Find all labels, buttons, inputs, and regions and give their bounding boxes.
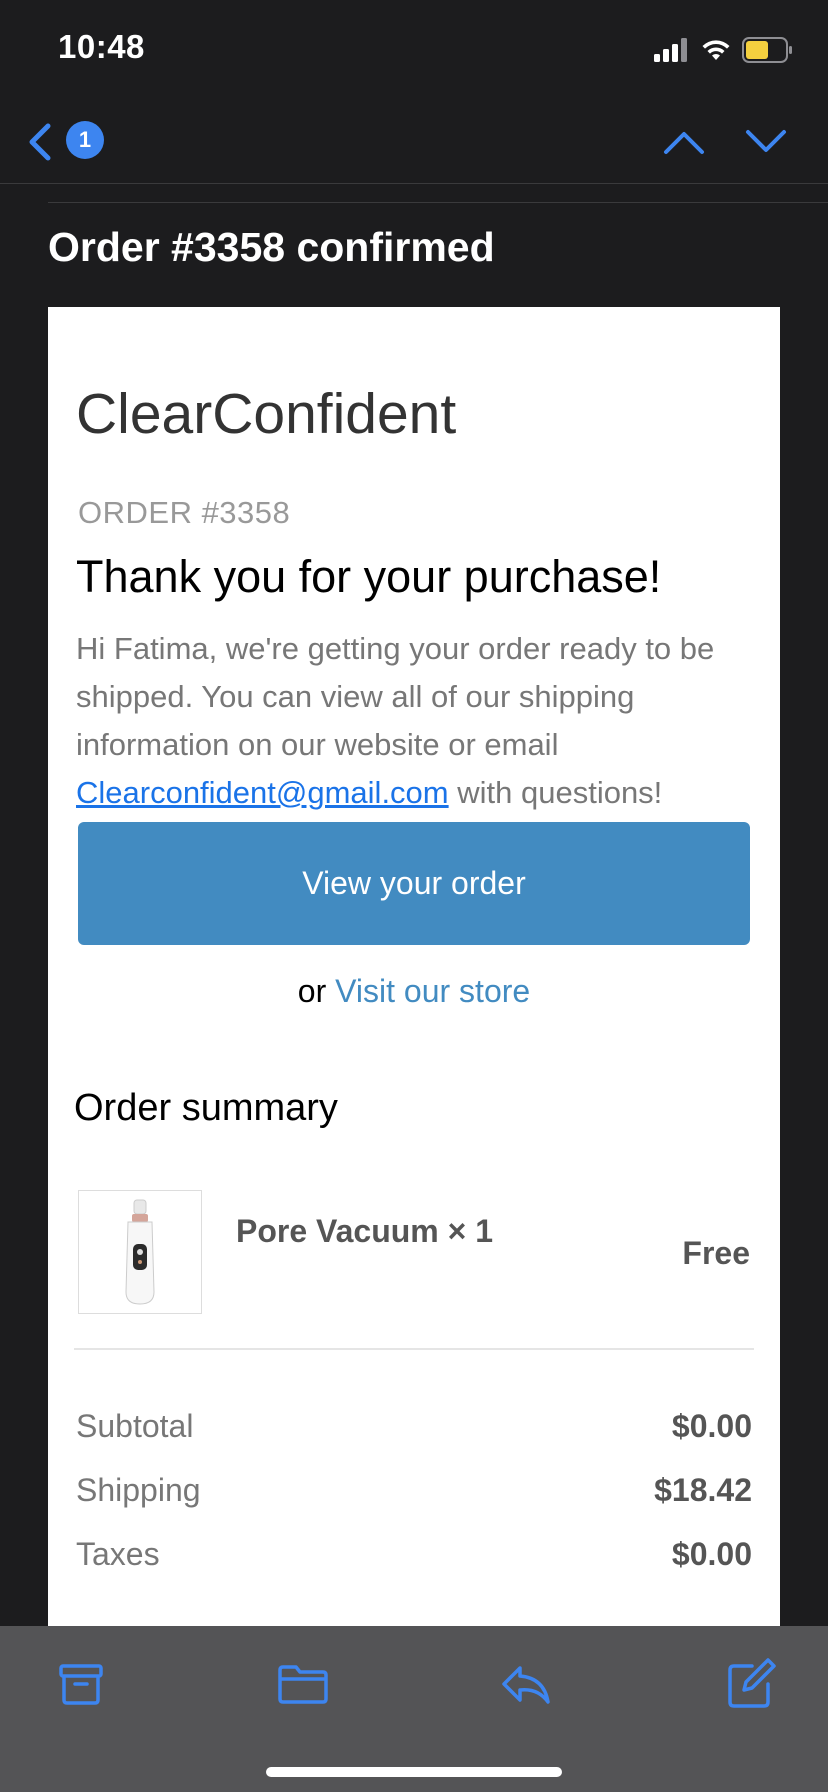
shipping-value: $18.42 (654, 1472, 752, 1508)
home-indicator[interactable] (266, 1767, 562, 1777)
mail-screen: 10:48 1 Order #3358 confirmed ClearConfi… (0, 0, 828, 1792)
taxes-label: Taxes (76, 1536, 160, 1572)
subtotal-row: Subtotal $0.00 (76, 1408, 752, 1445)
thank-you-heading: Thank you for your purchase! (76, 551, 662, 602)
unread-badge[interactable]: 1 (66, 121, 104, 159)
or-text: or (297, 973, 336, 1009)
item-price: Free (682, 1235, 750, 1271)
visit-store-link[interactable]: Visit our store (335, 973, 530, 1009)
folder-icon[interactable] (275, 1656, 331, 1712)
signal-icon (654, 38, 687, 62)
store-link-line: or Visit our store (48, 973, 780, 1010)
chevron-up-icon[interactable] (662, 122, 706, 162)
order-number: ORDER #3358 (78, 495, 291, 530)
status-time: 10:48 (58, 28, 145, 65)
email-subject: Order #3358 confirmed (48, 224, 495, 270)
wifi-icon (702, 40, 730, 60)
battery-icon (742, 37, 792, 63)
intro-paragraph: Hi Fatima, we're getting your order read… (76, 625, 766, 817)
shop-name[interactable]: ClearConfident (76, 381, 456, 447)
reply-icon[interactable] (498, 1656, 554, 1712)
product-thumbnail (78, 1190, 202, 1314)
compose-icon[interactable] (722, 1656, 778, 1712)
intro-text-end: with questions! (448, 775, 663, 810)
taxes-row: Taxes $0.00 (76, 1536, 752, 1573)
header-divider (48, 202, 828, 203)
item-name: Pore Vacuum × 1 (236, 1213, 494, 1249)
intro-text-start: Hi Fatima, we're getting your order read… (76, 631, 715, 762)
status-bar: 10:48 (0, 0, 828, 100)
pore-vacuum-image (125, 1199, 155, 1305)
shipping-row: Shipping $18.42 (76, 1472, 752, 1509)
item-divider (74, 1348, 754, 1350)
subtotal-label: Subtotal (76, 1408, 194, 1444)
subtotal-value: $0.00 (671, 1408, 752, 1444)
shipping-label: Shipping (76, 1472, 201, 1508)
chevron-down-icon[interactable] (744, 122, 788, 162)
archive-icon[interactable] (53, 1656, 109, 1712)
taxes-value: $0.00 (671, 1536, 752, 1572)
chevron-left-icon[interactable] (24, 120, 60, 164)
email-body: ClearConfident ORDER #3358 Thank you for… (48, 307, 780, 1627)
support-email-link[interactable]: Clearconfident@gmail.com (76, 775, 449, 810)
message-nav-bar: 1 (0, 100, 828, 184)
order-summary-title: Order summary (74, 1087, 338, 1129)
view-order-button[interactable]: View your order (78, 822, 750, 945)
status-icons (654, 36, 794, 64)
